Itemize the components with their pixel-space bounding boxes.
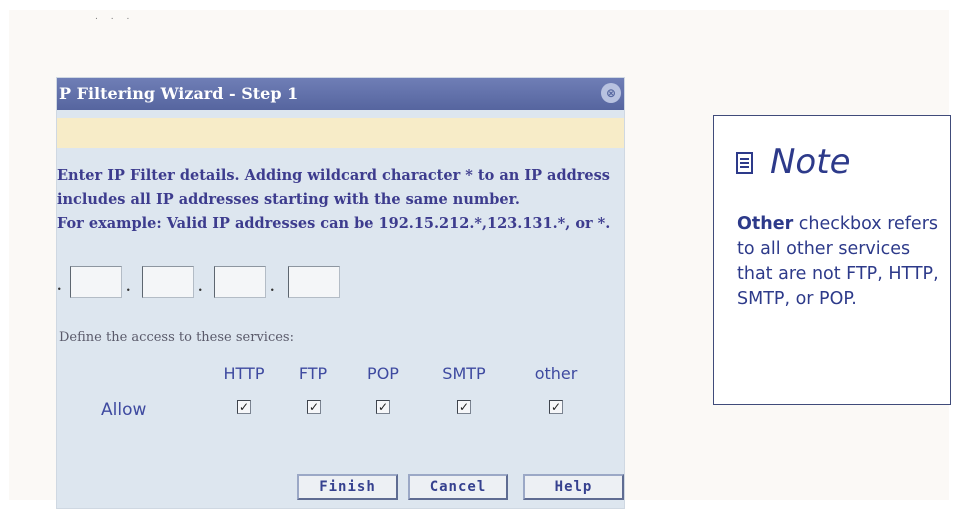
allow-label: Allow (101, 400, 147, 420)
services-label: Define the access to these services: (59, 330, 294, 345)
smtp-allow-checkbox[interactable]: ✓ (457, 400, 471, 414)
ip-row-marker: . (57, 279, 62, 294)
ip-filtering-wizard-dialog: P Filtering Wizard - Step 1 ⊗ Enter IP F… (57, 78, 624, 508)
note-box: Note Other checkbox refers to all other … (713, 115, 951, 405)
note-bold-word: Other (737, 214, 794, 234)
ip-octet-2-input[interactable] (142, 266, 194, 298)
screenshot-canvas: . . . P Filtering Wizard - Step 1 ⊗ Ente… (9, 10, 951, 508)
other-allow-checkbox[interactable]: ✓ (549, 400, 563, 414)
ip-address-row: . . . . (57, 264, 377, 300)
ip-octet-4-input[interactable] (288, 266, 340, 298)
help-button[interactable]: Help (523, 474, 624, 500)
ip-dot: . (270, 280, 275, 295)
allow-row: Allow ✓ ✓ ✓ ✓ ✓ (57, 396, 624, 420)
instruction-line: For example: Valid IP addresses can be 1… (57, 215, 611, 232)
document-icon (736, 152, 753, 174)
note-text: Other checkbox refers to all other servi… (737, 212, 947, 312)
ftp-allow-checkbox[interactable]: ✓ (307, 400, 321, 414)
ip-dot: . (126, 280, 131, 295)
instruction-line: Enter IP Filter details. Adding wildcard… (57, 167, 610, 184)
services-header-row: HTTP FTP POP SMTP other (57, 364, 624, 388)
service-header-pop: POP (367, 364, 399, 383)
service-header-smtp: SMTP (442, 364, 486, 383)
instructions-text: Enter IP Filter details. Adding wildcard… (57, 164, 624, 236)
ip-octet-3-input[interactable] (214, 266, 266, 298)
finish-button[interactable]: Finish (297, 474, 398, 500)
info-bar (57, 118, 624, 148)
top-edge-marks: . . . (95, 12, 135, 22)
service-header-other: other (534, 364, 578, 383)
http-allow-checkbox[interactable]: ✓ (237, 400, 251, 414)
ip-octet-1-input[interactable] (70, 266, 122, 298)
close-icon[interactable]: ⊗ (601, 83, 621, 103)
ip-dot: . (198, 280, 203, 295)
service-header-ftp: FTP (298, 364, 328, 383)
note-title: Note (770, 142, 851, 182)
dialog-titlebar: P Filtering Wizard - Step 1 ⊗ (57, 78, 624, 110)
cancel-button[interactable]: Cancel (408, 474, 508, 500)
dialog-title: P Filtering Wizard - Step 1 (59, 84, 299, 103)
service-header-http: HTTP (223, 364, 265, 383)
pop-allow-checkbox[interactable]: ✓ (376, 400, 390, 414)
instruction-line: includes all IP addresses starting with … (57, 191, 520, 208)
